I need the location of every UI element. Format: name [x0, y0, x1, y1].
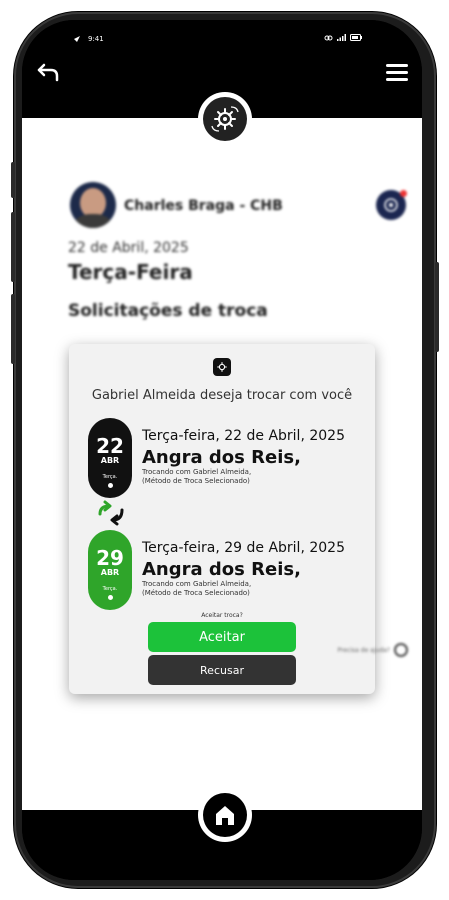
trip-destination: Angra dos Reis,	[142, 447, 301, 468]
trip-date: Terça-feira, 22 de Abril, 2025	[142, 428, 345, 444]
trip-date: Terça-feira, 29 de Abril, 2025	[142, 540, 345, 556]
link-icon	[324, 35, 333, 40]
badge-dot	[400, 190, 407, 197]
avatar[interactable]	[70, 182, 116, 228]
ship-wheel-swap-icon	[217, 362, 227, 372]
status-bar: 9:41	[70, 34, 362, 46]
trip-note-line: Trocando com Gabriel Almeida,	[142, 580, 252, 588]
avatar-shirt	[70, 214, 116, 228]
phone-side-button	[11, 162, 15, 198]
modal-heading: Gabriel Almeida deseja trocar com você	[91, 388, 353, 403]
menu-button[interactable]	[386, 64, 408, 82]
swap-arrows-icon	[98, 500, 124, 526]
refuse-button[interactable]: Recusar	[148, 655, 296, 685]
status-icons	[324, 34, 362, 41]
accept-button[interactable]: Aceitar	[148, 622, 296, 652]
trip-weekday-short: Terça.	[102, 474, 118, 480]
back-button[interactable]	[36, 62, 62, 84]
menu-icon-bar	[386, 64, 408, 67]
trip-destination: Angra dos Reis,	[142, 559, 301, 580]
phone-side-button	[11, 294, 15, 364]
trip-month: ABR	[100, 568, 120, 577]
trip-weekday-short: Terça.	[102, 586, 118, 592]
home-icon	[216, 806, 234, 825]
back-arrow-icon	[37, 63, 59, 82]
pill-dot	[107, 483, 113, 488]
home-button-inner	[203, 793, 247, 837]
home-button[interactable]	[198, 788, 252, 842]
help-label: Precisa de ajuda?	[337, 646, 390, 654]
section-title: Solicitações de troca	[68, 301, 268, 321]
phone-power-button	[435, 262, 439, 352]
trip-month: ABR	[100, 456, 120, 465]
help-link[interactable]: Precisa de ajuda?	[338, 643, 408, 657]
swap-request-modal: Gabriel Almeida deseja trocar com você 2…	[69, 344, 375, 694]
notification-badge-icon[interactable]	[376, 190, 407, 220]
pill-dot	[107, 595, 113, 600]
logo-inner	[203, 97, 247, 141]
trip-note: Trocando com Gabriel Almeida, (Método de…	[142, 468, 342, 486]
battery-icon	[350, 34, 362, 41]
menu-icon-bar	[386, 78, 408, 81]
status-time: 9:41	[88, 35, 104, 43]
app-logo	[198, 92, 252, 146]
signal-icon	[337, 34, 346, 41]
trip-note-line: Trocando com Gabriel Almeida,	[142, 468, 252, 476]
phone-side-button	[11, 212, 15, 282]
trip-day: 29	[96, 546, 124, 570]
location-arrow-icon	[74, 36, 80, 42]
trip-note-line: (Método de Troca Selecionado)	[142, 589, 250, 597]
current-date: 22 de Abril, 2025	[68, 240, 189, 256]
trip-note: Trocando com Gabriel Almeida, (Método de…	[142, 580, 342, 598]
trip-date-pill: 22 ABR Terça.	[88, 418, 132, 498]
ship-wheel-swap-icon	[211, 106, 239, 132]
accept-question: Aceitar troca?	[201, 612, 243, 619]
menu-icon-bar	[386, 71, 408, 74]
trip-note-line: (Método de Troca Selecionado)	[142, 477, 250, 485]
trip-date-pill: 29 ABR Terça.	[88, 530, 132, 610]
current-weekday: Terça-Feira	[68, 260, 193, 284]
shield-icon	[384, 198, 398, 212]
user-name: Charles Braga - CHB	[124, 198, 283, 214]
modal-logo-icon	[213, 358, 231, 376]
trip-day: 22	[96, 434, 124, 458]
help-headset-icon	[394, 643, 408, 657]
app-screen: 9:41 Charles Braga - CHB 22 de Abril, 20…	[22, 20, 422, 880]
